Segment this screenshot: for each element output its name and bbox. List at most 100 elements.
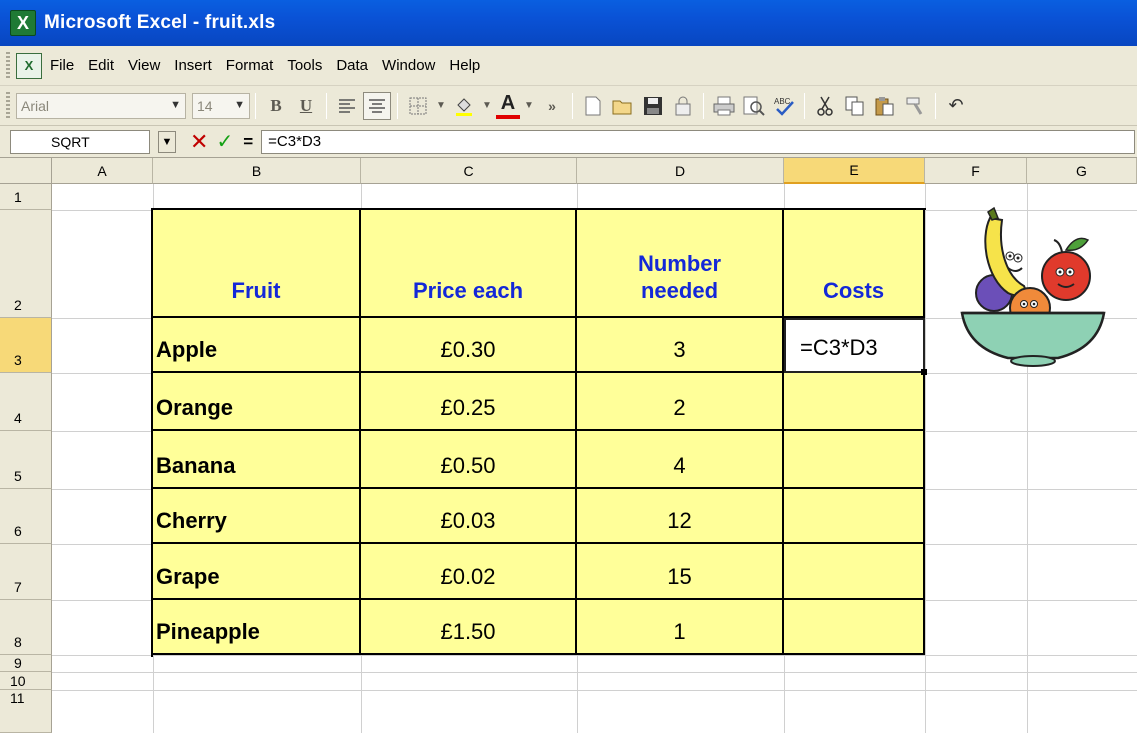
cell-cost[interactable] bbox=[784, 431, 925, 489]
menu-edit[interactable]: Edit bbox=[88, 57, 114, 74]
permission-icon[interactable] bbox=[669, 92, 697, 120]
name-box[interactable]: SQRT bbox=[10, 129, 150, 154]
row-header-10[interactable]: 10 bbox=[0, 672, 52, 690]
cell-number[interactable]: 15 bbox=[577, 544, 784, 600]
cell-price[interactable]: £1.50 bbox=[361, 600, 577, 655]
menu-tools[interactable]: Tools bbox=[287, 57, 322, 74]
align-center-button[interactable] bbox=[363, 91, 391, 120]
column-header-g[interactable]: G bbox=[1027, 158, 1137, 184]
undo-icon[interactable]: ↶ bbox=[942, 92, 970, 120]
cut-icon[interactable] bbox=[811, 92, 839, 120]
fill-color-button[interactable] bbox=[450, 92, 478, 120]
cell-number[interactable]: 3 bbox=[577, 318, 784, 373]
cell-price[interactable]: £0.30 bbox=[361, 318, 577, 373]
formatting-toolbar: Arial ▼ 14 ▼ B U ▼ ▼ A ▼ » ABC ↶ bbox=[0, 86, 1137, 126]
cell-cost[interactable] bbox=[784, 373, 925, 431]
header-fruit[interactable]: Fruit bbox=[153, 210, 361, 318]
row-header-6[interactable]: 6 bbox=[0, 489, 52, 544]
cell-number[interactable]: 1 bbox=[577, 600, 784, 655]
cell-fruit[interactable]: Apple bbox=[153, 318, 361, 373]
row-header-7[interactable]: 7 bbox=[0, 544, 52, 600]
chevron-down-icon[interactable]: ▼ bbox=[434, 92, 448, 120]
cell-fruit[interactable]: Pineapple bbox=[153, 600, 361, 655]
formula-input[interactable]: =C3*D3 bbox=[261, 129, 1135, 154]
menu-help[interactable]: Help bbox=[449, 57, 480, 74]
row-header-9[interactable]: 9 bbox=[0, 655, 52, 672]
cell-fruit[interactable]: Orange bbox=[153, 373, 361, 431]
menu-view[interactable]: View bbox=[128, 57, 160, 74]
toolbar-separator bbox=[935, 92, 936, 119]
cell-fruit[interactable]: Grape bbox=[153, 544, 361, 600]
cancel-icon[interactable]: ✕ bbox=[190, 129, 208, 155]
fill-handle[interactable] bbox=[921, 369, 927, 375]
cell-fruit[interactable]: Cherry bbox=[153, 489, 361, 544]
cell-fruit[interactable]: Banana bbox=[153, 431, 361, 489]
chevron-down-icon[interactable]: ▼ bbox=[522, 92, 536, 120]
toolbar-grip[interactable] bbox=[6, 91, 10, 120]
menu-format[interactable]: Format bbox=[226, 57, 274, 74]
cell-cost[interactable] bbox=[784, 544, 925, 600]
menu-data[interactable]: Data bbox=[336, 57, 368, 74]
active-cell-e3[interactable]: =C3*D3 bbox=[784, 318, 925, 373]
chevron-down-icon[interactable]: ▼ bbox=[170, 99, 181, 111]
row-header-4[interactable]: 4 bbox=[0, 373, 52, 431]
enter-check-icon[interactable]: ✓ bbox=[216, 129, 233, 154]
spelling-icon[interactable]: ABC bbox=[770, 92, 798, 120]
format-painter-icon[interactable] bbox=[901, 92, 929, 120]
fruit-bowl-clipart[interactable] bbox=[958, 198, 1108, 373]
row-header-3[interactable]: 3 bbox=[0, 318, 52, 373]
column-header-a[interactable]: A bbox=[52, 158, 153, 184]
borders-button[interactable] bbox=[404, 92, 432, 120]
header-price[interactable]: Price each bbox=[361, 210, 577, 318]
column-header-c[interactable]: C bbox=[361, 158, 577, 184]
column-header-e[interactable]: E bbox=[784, 158, 925, 184]
save-icon[interactable] bbox=[639, 92, 667, 120]
menu-window[interactable]: Window bbox=[382, 57, 435, 74]
font-name-combo[interactable]: Arial ▼ bbox=[16, 92, 186, 119]
row-header-8[interactable]: 8 bbox=[0, 600, 52, 655]
cell-price[interactable]: £0.25 bbox=[361, 373, 577, 431]
chevron-down-icon[interactable]: ▼ bbox=[158, 130, 176, 153]
workbook-icon[interactable]: X bbox=[16, 52, 42, 79]
select-all-corner[interactable] bbox=[0, 158, 52, 184]
new-document-icon[interactable] bbox=[579, 92, 607, 120]
print-preview-icon[interactable] bbox=[740, 92, 768, 120]
cell-number[interactable]: 12 bbox=[577, 489, 784, 544]
menu-insert[interactable]: Insert bbox=[174, 57, 212, 74]
row-header-11[interactable]: 11 bbox=[0, 690, 52, 733]
bold-button[interactable]: B bbox=[262, 92, 290, 120]
cell-number[interactable]: 4 bbox=[577, 431, 784, 489]
excel-app-icon[interactable]: X bbox=[10, 10, 36, 36]
column-header-d[interactable]: D bbox=[577, 158, 784, 184]
header-number[interactable]: Number needed bbox=[577, 210, 784, 318]
cell-number[interactable]: 2 bbox=[577, 373, 784, 431]
open-folder-icon[interactable] bbox=[609, 92, 637, 120]
font-color-icon[interactable]: A bbox=[496, 92, 520, 119]
print-icon[interactable] bbox=[710, 92, 738, 120]
row-header-1[interactable]: 1 bbox=[0, 184, 52, 210]
row-header-2[interactable]: 2 bbox=[0, 210, 52, 318]
column-header-b[interactable]: B bbox=[153, 158, 361, 184]
title-bar: X Microsoft Excel - fruit.xls bbox=[0, 0, 1137, 46]
cell-price[interactable]: £0.03 bbox=[361, 489, 577, 544]
cell-price[interactable]: £0.02 bbox=[361, 544, 577, 600]
chevron-down-icon[interactable]: ▼ bbox=[234, 99, 245, 111]
toolbar-options-icon[interactable]: » bbox=[538, 92, 566, 120]
insert-function-button[interactable]: = bbox=[243, 132, 253, 152]
column-header-f[interactable]: F bbox=[925, 158, 1027, 184]
header-costs[interactable]: Costs bbox=[784, 210, 925, 318]
paint-bucket-icon bbox=[456, 97, 472, 116]
cell-cost[interactable] bbox=[784, 489, 925, 544]
toolbar-grip[interactable] bbox=[6, 51, 10, 80]
copy-icon[interactable] bbox=[841, 92, 869, 120]
cell-cost[interactable] bbox=[784, 600, 925, 655]
menu-file[interactable]: File bbox=[50, 57, 74, 74]
chevron-down-icon[interactable]: ▼ bbox=[480, 92, 494, 120]
cell-price[interactable]: £0.50 bbox=[361, 431, 577, 489]
paste-icon[interactable] bbox=[871, 92, 899, 120]
underline-button[interactable]: U bbox=[292, 92, 320, 120]
row-header-5[interactable]: 5 bbox=[0, 431, 52, 489]
align-left-icon bbox=[339, 98, 355, 113]
align-left-button[interactable] bbox=[333, 92, 361, 120]
font-size-combo[interactable]: 14 ▼ bbox=[192, 92, 250, 119]
